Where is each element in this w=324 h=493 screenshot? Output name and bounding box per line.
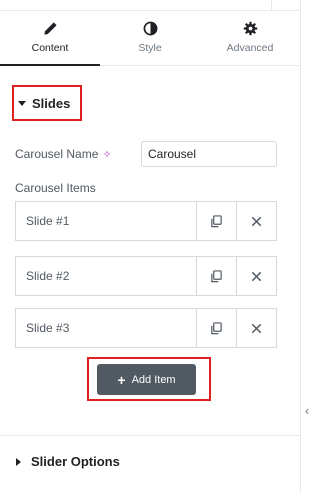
pencil-icon [43, 21, 58, 36]
top-divider [271, 0, 272, 10]
repeater-item-title[interactable]: Slide #2 [16, 257, 196, 295]
close-icon [251, 323, 262, 333]
copy-icon [211, 321, 222, 334]
tab-advanced[interactable]: Advanced [200, 10, 300, 65]
remove-button[interactable] [236, 202, 276, 240]
carousel-items-label: Carousel Items [15, 181, 96, 195]
collapse-panel-button[interactable]: ‹ [300, 398, 314, 422]
add-item-button[interactable]: + Add Item [97, 364, 196, 395]
tab-style-label: Style [138, 42, 162, 54]
carousel-name-input[interactable] [141, 141, 277, 167]
duplicate-button[interactable] [196, 202, 236, 240]
tab-advanced-label: Advanced [226, 42, 274, 54]
duplicate-button[interactable] [196, 309, 236, 347]
copy-icon [211, 214, 222, 227]
tab-style[interactable]: Style [100, 10, 200, 65]
content-area: Slides Carousel Name ✧ Carousel Items Sl… [0, 66, 300, 434]
close-icon [251, 271, 262, 281]
close-icon [251, 216, 262, 226]
editor-panel: Content Style Advanced Slides Carousel N… [0, 0, 301, 493]
repeater-item-title[interactable]: Slide #3 [16, 309, 196, 347]
tab-content[interactable]: Content [0, 10, 100, 66]
repeater-item: Slide #2 [15, 256, 277, 296]
carousel-name-label: Carousel Name [15, 147, 99, 161]
slider-options-section-toggle[interactable]: Slider Options [0, 435, 300, 487]
chevron-left-icon: ‹ [304, 402, 310, 418]
duplicate-button[interactable] [196, 257, 236, 295]
repeater-item: Slide #3 [15, 308, 277, 348]
carousel-name-row: Carousel Name ✧ [15, 141, 277, 167]
panel-tabs: Content Style Advanced [0, 10, 300, 66]
plus-icon: + [117, 371, 126, 388]
caret-down-icon [18, 100, 26, 106]
remove-button[interactable] [236, 309, 276, 347]
copy-icon [211, 269, 222, 282]
gear-icon [243, 21, 258, 36]
half-circle-icon [143, 21, 158, 36]
section-title: Slides [32, 95, 71, 111]
slider-options-title: Slider Options [31, 454, 120, 469]
remove-button[interactable] [236, 257, 276, 295]
add-item-label: Add Item [131, 373, 176, 386]
repeater-item-title[interactable]: Slide #1 [16, 202, 196, 240]
caret-right-icon [16, 457, 21, 466]
repeater-item: Slide #1 [15, 201, 277, 241]
tab-content-label: Content [31, 42, 69, 54]
slides-section-toggle[interactable]: Slides [12, 85, 82, 121]
ai-sparkle-icon[interactable]: ✧ [102, 148, 111, 161]
